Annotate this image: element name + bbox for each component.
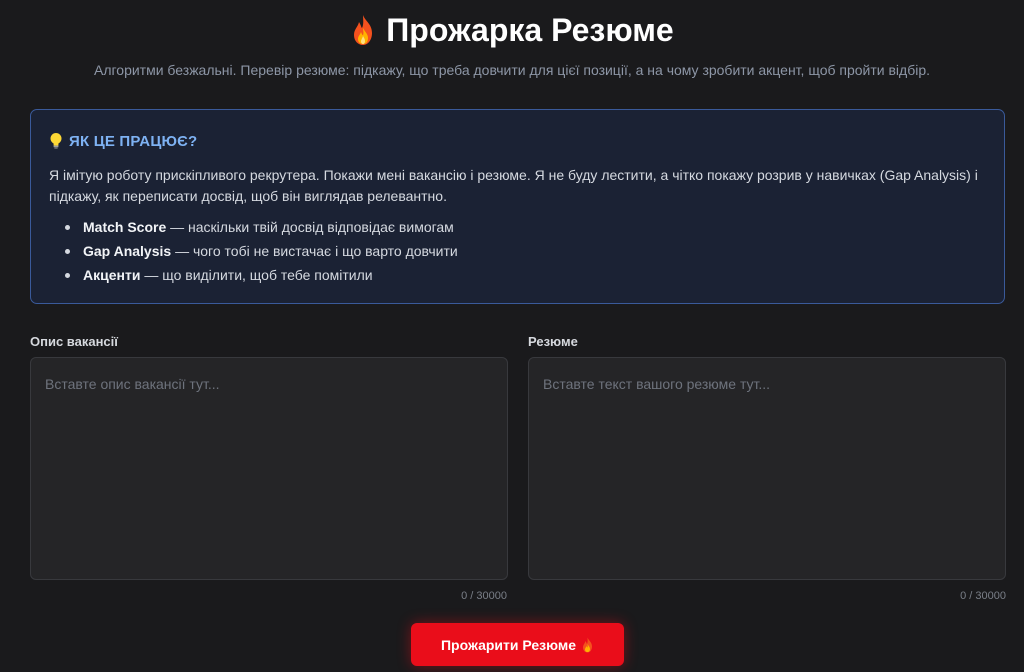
resume-input[interactable] (528, 357, 1006, 580)
how-it-works-title: ЯК ЦЕ ПРАЦЮЄ? (69, 132, 198, 150)
features-list: Match Score — наскільки твій досвід відп… (49, 215, 986, 287)
feature-desc: — наскільки твій досвід відповідає вимог… (166, 219, 454, 235)
job-description-counter: 0 / 30000 (461, 590, 507, 602)
how-it-works-panel: ЯК ЦЕ ПРАЦЮЄ? Я імітую роботу прискіплив… (30, 109, 1005, 304)
job-description-label: Опис вакансії (30, 334, 118, 349)
how-it-works-heading: ЯК ЦЕ ПРАЦЮЄ? (49, 132, 986, 150)
page-title-text: Прожарка Резюме (386, 11, 674, 48)
feature-term: Акценти (83, 267, 141, 283)
feature-desc: — чого тобі не вистачає і що варто довчи… (171, 243, 458, 259)
feature-desc: — що виділити, щоб тебе помітили (140, 267, 373, 283)
lightbulb-icon (49, 132, 63, 150)
page: Прожарка Резюме Алгоритми безжальні. Пер… (0, 0, 1024, 672)
roast-resume-button-label: Прожарити Резюме (440, 636, 577, 653)
page-title: Прожарка Резюме (0, 10, 1024, 50)
fire-icon (581, 637, 594, 653)
list-item: Акценти — що виділити, щоб тебе помітили (65, 263, 986, 287)
page-subtitle: Алгоритми безжальні. Перевір резюме: під… (93, 62, 930, 78)
feature-term: Gap Analysis (83, 243, 172, 259)
fire-icon (350, 14, 376, 46)
roast-resume-button[interactable]: Прожарити Резюме (411, 623, 624, 666)
list-item: Gap Analysis — чого тобі не вистачає і щ… (65, 239, 986, 263)
list-item: Match Score — наскільки твій досвід відп… (65, 215, 986, 239)
job-description-input[interactable] (30, 357, 508, 580)
resume-label: Резюме (528, 334, 578, 349)
feature-term: Match Score (83, 219, 167, 235)
how-it-works-text: Я імітую роботу прискіпливого рекрутера.… (49, 167, 978, 204)
resume-counter: 0 / 30000 (960, 590, 1006, 602)
